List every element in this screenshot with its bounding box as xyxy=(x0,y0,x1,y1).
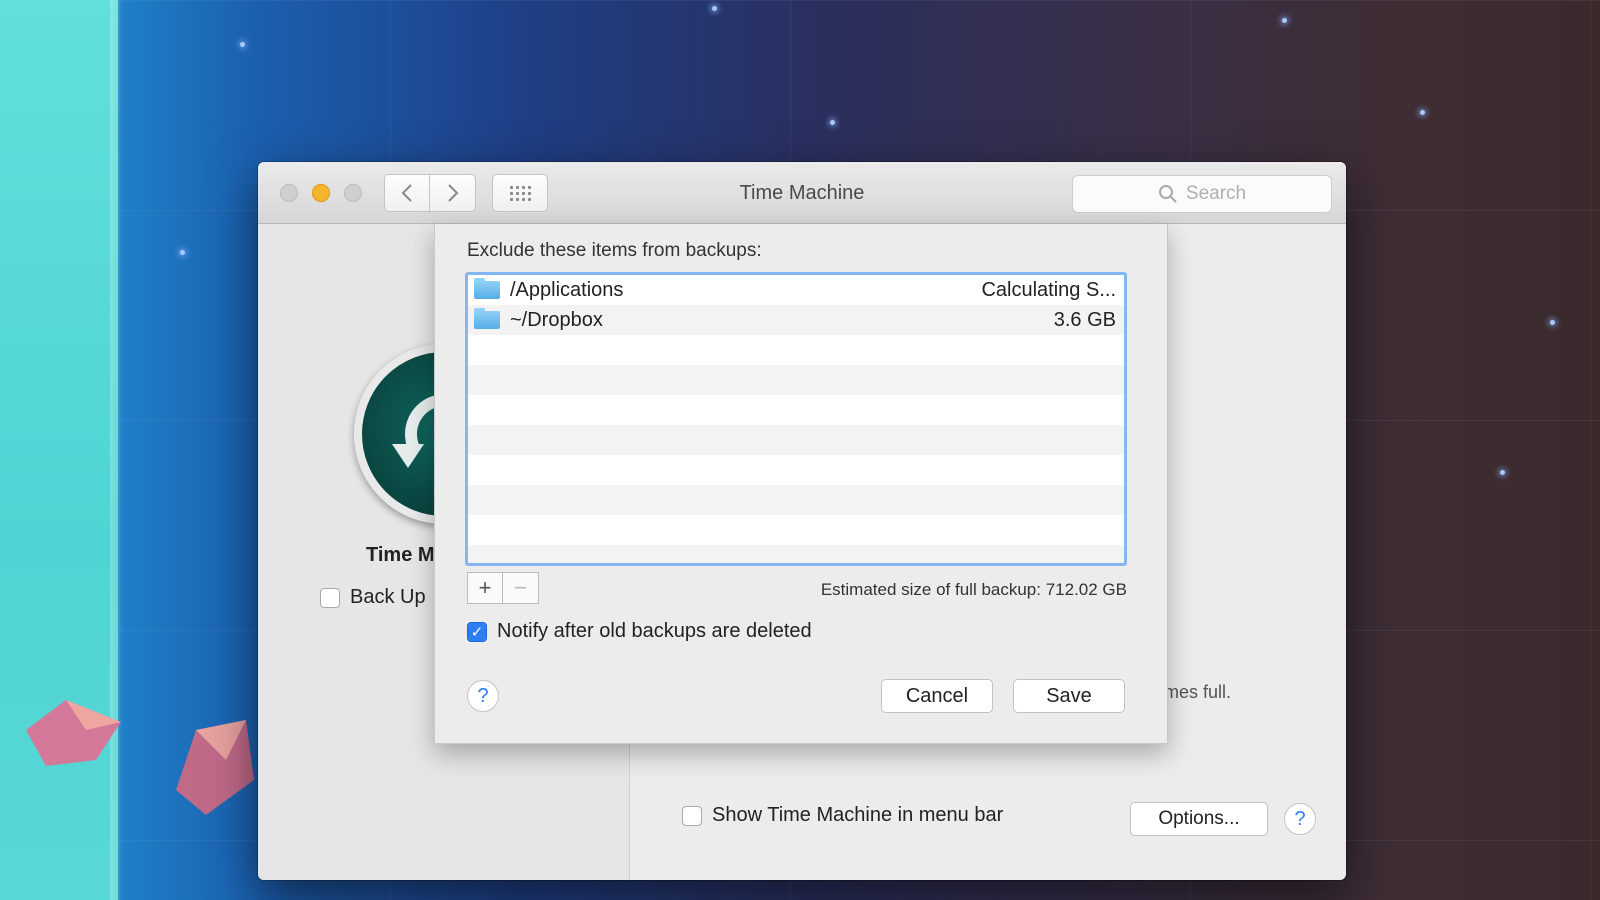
dropbox-folder-icon xyxy=(474,308,500,329)
back-up-label: Back Up xyxy=(350,586,426,608)
wallpaper-star xyxy=(180,250,185,255)
empty-row xyxy=(468,365,1124,395)
wallpaper-star xyxy=(1550,320,1555,325)
search-field[interactable]: Search xyxy=(1072,175,1332,213)
empty-row xyxy=(468,425,1124,455)
sheet-help-button[interactable]: ? xyxy=(467,680,499,712)
time-machine-window: Time Machine Search Time M Back Up mes f… xyxy=(258,162,1346,880)
estimated-size-text: Estimated size of full backup: 712.02 GB xyxy=(820,580,1127,599)
title-bar: Time Machine Search xyxy=(258,162,1346,224)
back-up-checkbox[interactable] xyxy=(320,587,340,608)
sheet-heading: Exclude these items from backups: xyxy=(467,240,762,261)
add-item-button[interactable]: + xyxy=(467,572,503,604)
notify-label: Notify after old backups are deleted xyxy=(497,620,812,642)
list-item[interactable]: /Applications Calculating S... xyxy=(468,275,1124,305)
exclusion-sheet: Exclude these items from backups: /Appli… xyxy=(434,224,1168,744)
wallpaper-star xyxy=(1500,470,1505,475)
empty-row xyxy=(468,455,1124,485)
item-name: /Applications xyxy=(510,278,624,301)
time-machine-label: Time M xyxy=(366,544,435,566)
wallpaper-star xyxy=(1420,110,1425,115)
item-size: Calculating S... xyxy=(981,278,1116,301)
empty-row xyxy=(468,485,1124,515)
disk-full-text: mes full. xyxy=(1164,682,1232,702)
remove-item-button[interactable]: − xyxy=(503,572,539,604)
empty-row xyxy=(468,515,1124,545)
show-in-menu-bar-row[interactable]: Show Time Machine in menu bar xyxy=(682,804,1003,827)
empty-row xyxy=(468,395,1124,425)
back-up-automatically-row[interactable]: Back Up xyxy=(320,586,426,609)
notify-checkbox[interactable]: ✓ xyxy=(467,621,487,642)
wallpaper-star xyxy=(240,42,245,47)
show-in-menu-bar-checkbox[interactable] xyxy=(682,805,702,826)
wallpaper-crystal-shard xyxy=(176,720,254,815)
help-button[interactable]: ? xyxy=(1284,803,1316,835)
item-name: ~/Dropbox xyxy=(510,308,603,331)
list-item[interactable]: ~/Dropbox 3.6 GB xyxy=(468,305,1124,335)
wallpaper-star xyxy=(830,120,835,125)
add-remove-control: + − xyxy=(467,572,539,604)
search-icon xyxy=(1158,185,1177,203)
wallpaper-star xyxy=(1282,18,1287,23)
cancel-button[interactable]: Cancel xyxy=(881,679,993,713)
empty-row xyxy=(468,335,1124,365)
empty-row xyxy=(468,545,1124,563)
wallpaper-star xyxy=(712,6,717,11)
wallpaper-crystal-shard xyxy=(26,700,121,766)
item-size: 3.6 GB xyxy=(1053,308,1116,331)
notify-row[interactable]: ✓ Notify after old backups are deleted xyxy=(467,620,812,643)
exclusion-list[interactable]: /Applications Calculating S... ~/Dropbox… xyxy=(465,272,1127,566)
search-placeholder: Search xyxy=(1185,183,1247,204)
applications-folder-icon xyxy=(474,278,500,299)
show-in-menu-bar-label: Show Time Machine in menu bar xyxy=(712,804,1004,826)
options-button[interactable]: Options... xyxy=(1130,802,1268,836)
save-button[interactable]: Save xyxy=(1013,679,1125,713)
